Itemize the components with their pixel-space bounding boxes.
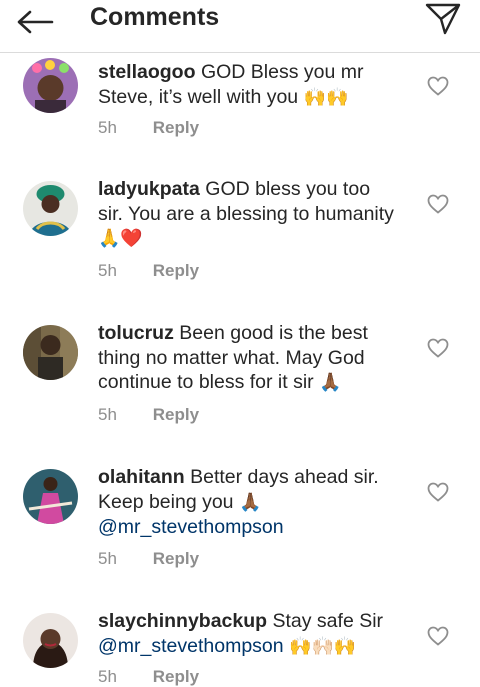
comment-body: Stay safe Sir <box>272 610 384 632</box>
reply-button[interactable]: Reply <box>153 405 199 424</box>
comment-emojis: 🙏🏾 <box>238 491 262 513</box>
back-button[interactable] <box>16 6 60 38</box>
comment-item: tolucruz Been good is the best thing no … <box>0 320 480 440</box>
comment-item: olahitann Better days ahead sir. Keep be… <box>0 464 480 584</box>
comment-emojis: 🙌🙌 <box>303 86 349 108</box>
comment-meta: 5h Reply <box>98 405 199 425</box>
comment-mention[interactable]: @mr_stevethompson <box>98 635 284 657</box>
back-arrow-icon <box>17 10 54 34</box>
comment-text: slaychinnybackup Stay safe Sir @mr_steve… <box>98 609 398 659</box>
avatar[interactable] <box>23 613 78 668</box>
avatar[interactable] <box>23 58 78 113</box>
direct-share-button[interactable] <box>424 2 464 38</box>
comment-text: tolucruz Been good is the best thing no … <box>98 321 398 396</box>
like-heart-icon[interactable] <box>427 626 449 646</box>
like-heart-icon[interactable] <box>427 76 449 96</box>
comment-emojis: 🙌🙌🏻🙌 <box>289 635 357 657</box>
comment-username[interactable]: slaychinnybackup <box>98 610 267 632</box>
send-icon <box>425 3 461 35</box>
avatar[interactable] <box>23 181 78 236</box>
comment-meta: 5h Reply <box>98 667 199 687</box>
avatar-image <box>23 325 78 380</box>
comments-header: Comments <box>0 0 480 53</box>
reply-button[interactable]: Reply <box>153 261 199 280</box>
comment-item: slaychinnybackup Stay safe Sir @mr_steve… <box>0 608 480 686</box>
comment-time: 5h <box>98 667 117 686</box>
comment-text: ladyukpata GOD bless you too sir. You ar… <box>98 177 398 252</box>
comment-username[interactable]: olahitann <box>98 466 185 488</box>
avatar-image <box>23 181 78 236</box>
comment-text: stellaogoo GOD Bless you mr Steve, it’s … <box>98 60 398 110</box>
avatar[interactable] <box>23 325 78 380</box>
comment-meta: 5h Reply <box>98 261 199 281</box>
comment-item: ladyukpata GOD bless you too sir. You ar… <box>0 176 480 296</box>
comment-time: 5h <box>98 405 117 424</box>
comment-emojis: 🙏❤️ <box>98 228 143 249</box>
avatar-image <box>23 58 78 113</box>
avatar[interactable] <box>23 469 78 524</box>
comment-meta: 5h Reply <box>98 549 199 569</box>
comment-time: 5h <box>98 261 117 280</box>
page-title: Comments <box>90 3 220 31</box>
comment-time: 5h <box>98 549 117 568</box>
comment-meta: 5h Reply <box>98 118 199 138</box>
comment-username[interactable]: stellaogoo <box>98 61 196 83</box>
reply-button[interactable]: Reply <box>153 549 199 568</box>
comment-username[interactable]: ladyukpata <box>98 178 200 200</box>
avatar-image <box>23 469 78 524</box>
comment-username[interactable]: tolucruz <box>98 322 174 344</box>
comment-mention[interactable]: @mr_stevethompson <box>98 516 284 538</box>
avatar-image <box>23 613 78 668</box>
comment-time: 5h <box>98 118 117 137</box>
like-heart-icon[interactable] <box>427 194 449 214</box>
comment-item: stellaogoo GOD Bless you mr Steve, it’s … <box>0 52 480 147</box>
like-heart-icon[interactable] <box>427 338 449 358</box>
reply-button[interactable]: Reply <box>153 667 199 686</box>
like-heart-icon[interactable] <box>427 482 449 502</box>
comment-text: olahitann Better days ahead sir. Keep be… <box>98 465 398 540</box>
comment-emojis: 🙏🏾 <box>319 372 342 393</box>
reply-button[interactable]: Reply <box>153 118 199 137</box>
